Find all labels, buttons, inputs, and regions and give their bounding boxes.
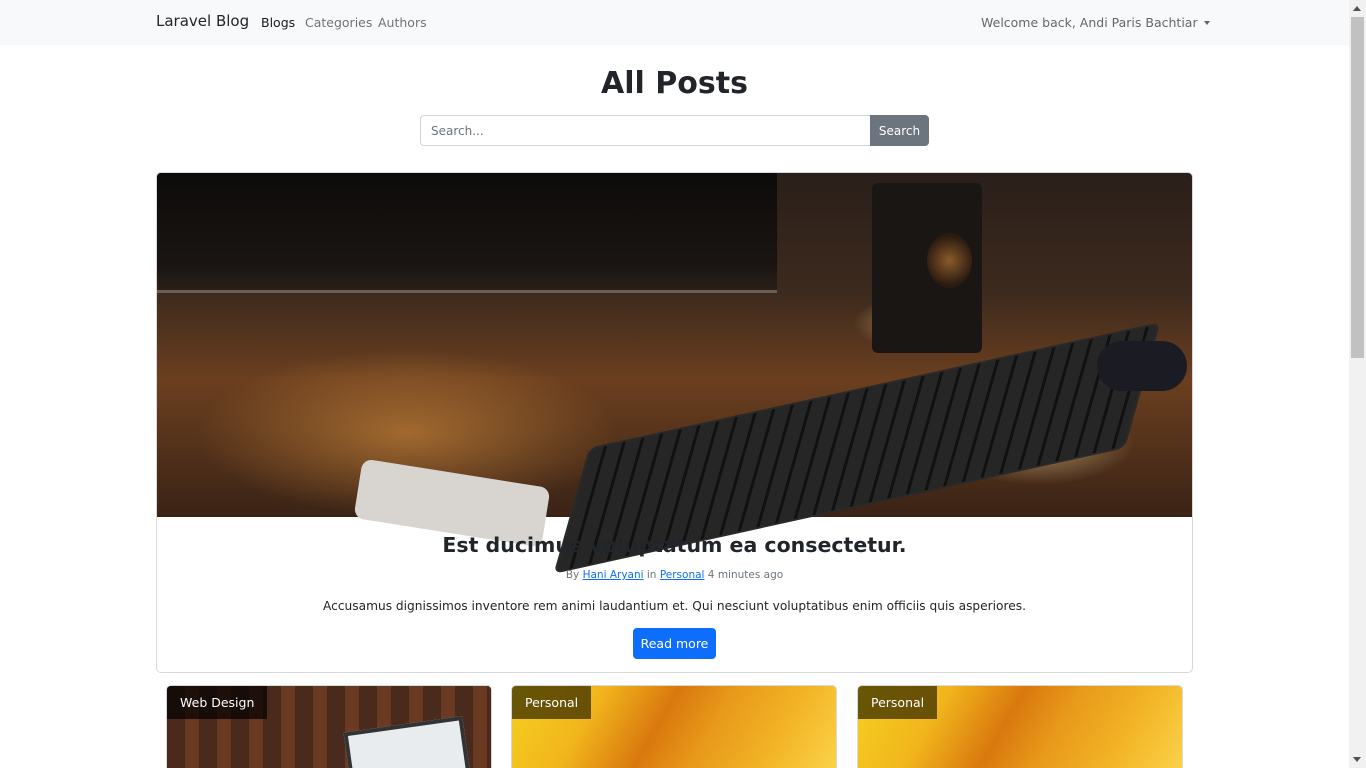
meta-by-label: By (565, 569, 580, 581)
category-link[interactable]: Personal (660, 569, 705, 581)
search-button[interactable]: Search (870, 115, 929, 146)
category-badge[interactable]: Personal (858, 686, 938, 719)
author-link[interactable]: Hani Aryani (583, 569, 644, 581)
scrollbar-thumb[interactable] (1351, 17, 1364, 358)
vertical-scrollbar[interactable] (1349, 0, 1366, 768)
laptop-shape (343, 715, 471, 768)
nav-link-authors[interactable]: Authors (378, 15, 427, 30)
hero-mouse-shape (1097, 341, 1187, 391)
meta-in-label: in (646, 569, 657, 581)
featured-post-image (157, 173, 1192, 574)
post-card[interactable]: Personal (857, 685, 1183, 768)
category-badge[interactable]: Personal (512, 686, 592, 719)
featured-post-card: Est ducimus voluptatum ea consectetur. B… (156, 172, 1193, 673)
post-timestamp: 4 minutes ago (707, 569, 784, 581)
caret-down-icon (1203, 21, 1210, 25)
user-menu-label: Welcome back, Andi Paris Bachtiar (981, 15, 1198, 30)
scroll-down-arrow-icon[interactable] (1353, 757, 1361, 762)
featured-post-title: Est ducimus voluptatum ea consectetur. (442, 533, 907, 557)
hero-monitor-shape (157, 173, 777, 293)
featured-post-meta: By Hani Aryani in Personal 4 minutes ago (157, 569, 1192, 581)
navbar: Laravel Blog Blogs Categories Authors We… (0, 0, 1349, 45)
page-title: All Posts (601, 66, 748, 101)
brand-link[interactable]: Laravel Blog (156, 12, 249, 30)
category-badge[interactable]: Web Design (167, 686, 268, 719)
post-card[interactable]: Personal (511, 685, 837, 768)
read-more-button[interactable]: Read more (633, 628, 716, 659)
featured-post-excerpt: Accusamus dignissimos inventore rem anim… (323, 599, 1026, 613)
user-menu-dropdown[interactable]: Welcome back, Andi Paris Bachtiar (981, 15, 1210, 30)
scroll-up-arrow-icon[interactable] (1353, 6, 1361, 11)
hero-speaker-cone-shape (927, 233, 972, 288)
nav-link-categories[interactable]: Categories (305, 15, 372, 30)
post-card[interactable]: Web Design (166, 685, 492, 768)
nav-link-blogs[interactable]: Blogs (261, 15, 295, 30)
search-form: Search (420, 115, 929, 146)
search-input[interactable] (420, 115, 870, 146)
